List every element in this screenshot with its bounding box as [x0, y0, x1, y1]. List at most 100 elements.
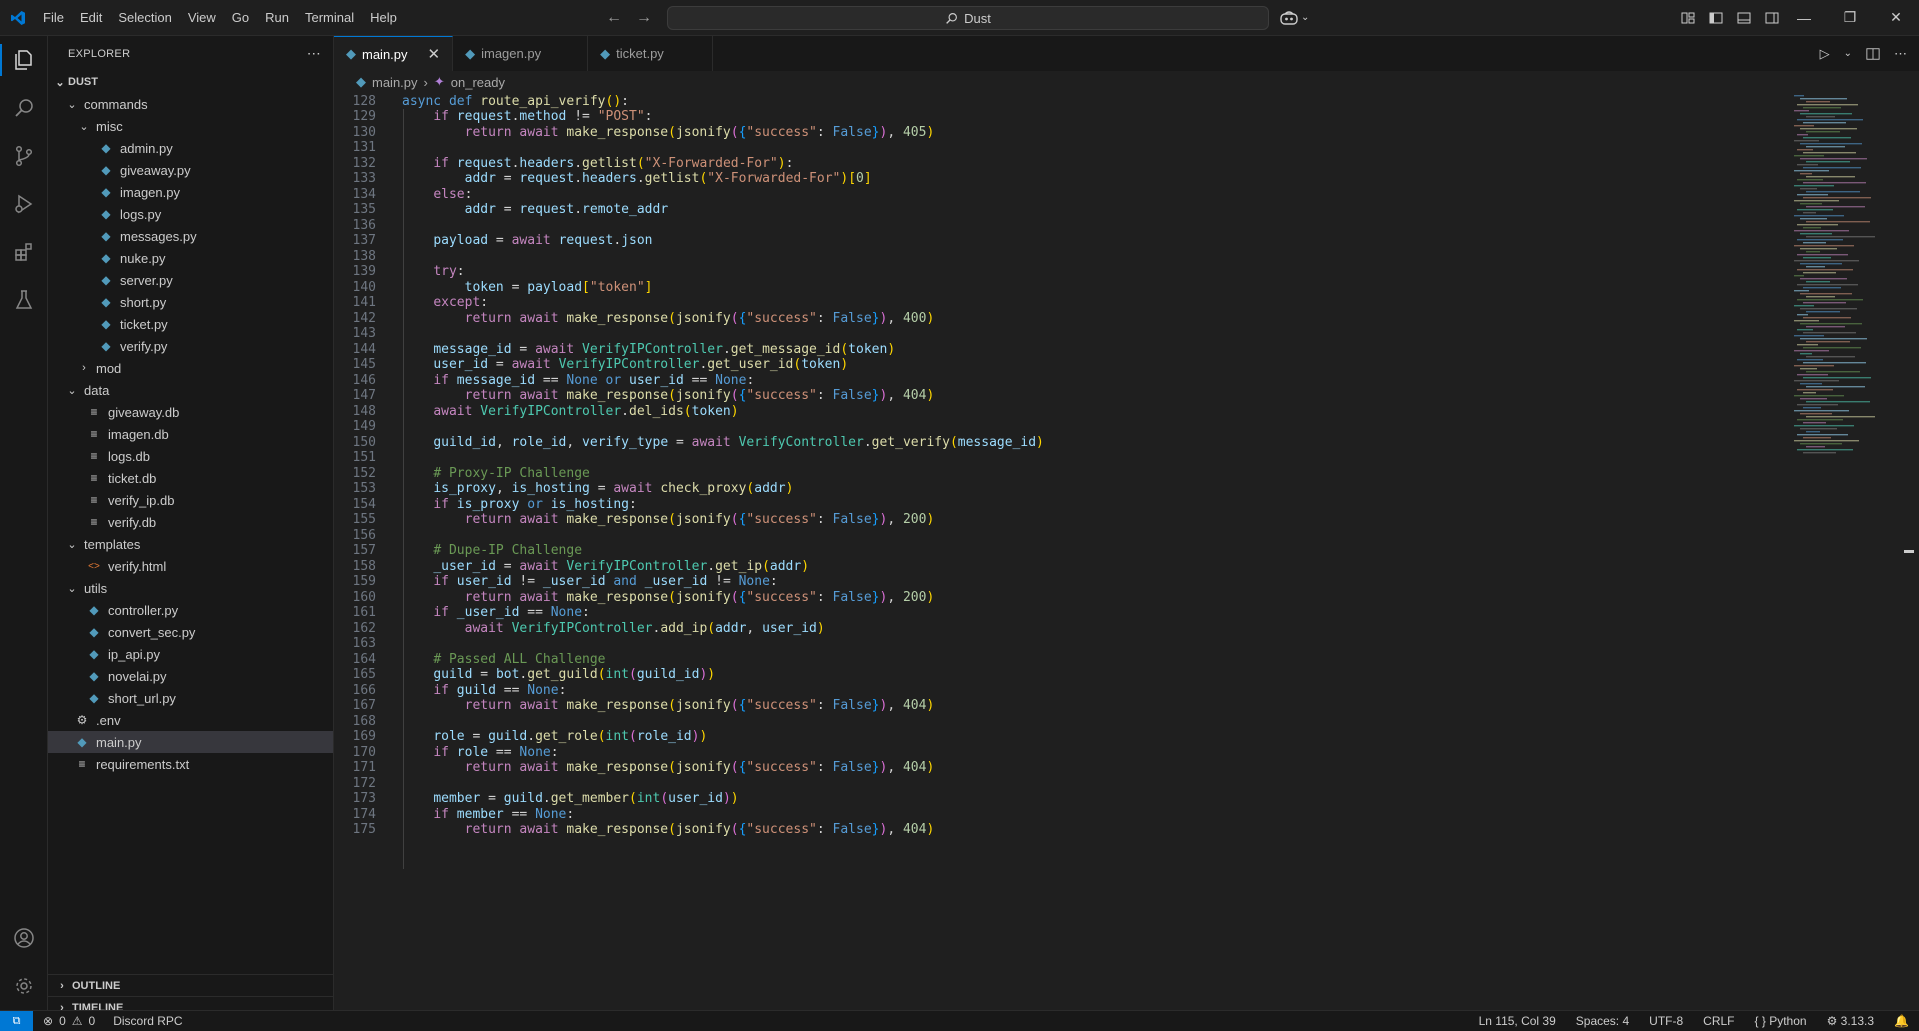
- menu-edit[interactable]: Edit: [72, 0, 110, 35]
- tab-main-py[interactable]: ◆ main.py ✕: [334, 36, 454, 71]
- file-tree-item[interactable]: ◆ imagen.py: [48, 181, 333, 203]
- outline-section[interactable]: › OUTLINE: [48, 974, 333, 997]
- back-arrow-icon[interactable]: ←: [606, 9, 622, 27]
- menu-run[interactable]: Run: [257, 0, 297, 35]
- tab-ticket-py[interactable]: ◆ ticket.py: [588, 36, 714, 71]
- menu-selection[interactable]: Selection: [110, 0, 179, 35]
- minimap-line: [1803, 317, 1851, 319]
- menu-terminal[interactable]: Terminal: [297, 0, 362, 35]
- file-tree-item[interactable]: ◆ controller.py: [48, 599, 333, 621]
- breadcrumb-symbol[interactable]: on_ready: [451, 75, 505, 90]
- run-icon[interactable]: ▷: [1820, 46, 1830, 62]
- minimize-button[interactable]: —: [1781, 0, 1827, 35]
- menu-go[interactable]: Go: [224, 0, 257, 35]
- activity-accounts[interactable]: [0, 914, 47, 962]
- file-tree-item[interactable]: ≡ giveaway.db: [48, 401, 333, 423]
- file-tree-item[interactable]: ◆ server.py: [48, 269, 333, 291]
- folder-tree-item[interactable]: ⌄ utils: [48, 577, 333, 599]
- error-count[interactable]: 0: [59, 1014, 66, 1028]
- file-tree-item[interactable]: ≡ imagen.db: [48, 423, 333, 445]
- activity-manage[interactable]: [0, 962, 47, 1010]
- code-line: 144 message_id = await VerifyIPControlle…: [334, 342, 1804, 358]
- minimap-line: [1806, 251, 1820, 253]
- file-tree-item[interactable]: ◆ admin.py: [48, 137, 333, 159]
- close-window-button[interactable]: ✕: [1873, 0, 1919, 35]
- activity-source-control[interactable]: [0, 132, 47, 180]
- forward-arrow-icon[interactable]: →: [636, 9, 652, 27]
- code-line: 167 return await make_response(jsonify({…: [334, 698, 1804, 714]
- warning-icon[interactable]: ⚠: [72, 1014, 83, 1028]
- file-tree-item[interactable]: ◆ ticket.py: [48, 313, 333, 335]
- customize-layout-icon[interactable]: [1680, 10, 1696, 26]
- cursor-position[interactable]: Ln 115, Col 39: [1479, 1014, 1556, 1028]
- file-tree-item[interactable]: ≡ logs.db: [48, 445, 333, 467]
- warning-count[interactable]: 0: [89, 1014, 96, 1028]
- file-tree-item[interactable]: ◆ messages.py: [48, 225, 333, 247]
- file-tree-item[interactable]: ◆ logs.py: [48, 203, 333, 225]
- command-center-search[interactable]: Dust: [667, 6, 1269, 30]
- toggle-panel-icon[interactable]: [1736, 10, 1752, 26]
- file-tree-item[interactable]: ◆ main.py: [48, 731, 333, 753]
- activity-extensions[interactable]: [0, 228, 47, 276]
- more-actions-icon[interactable]: ⋯: [1894, 46, 1907, 62]
- file-tree-item[interactable]: ◆ giveaway.py: [48, 159, 333, 181]
- vscode-logo-icon: [0, 0, 35, 35]
- file-tree-item[interactable]: ≡ ticket.db: [48, 467, 333, 489]
- file-tree-item[interactable]: ≡ requirements.txt: [48, 753, 333, 775]
- file-tree-item[interactable]: ◆ verify.py: [48, 335, 333, 357]
- split-editor-icon[interactable]: [1866, 47, 1880, 61]
- file-tree-item[interactable]: ≡ verify_ip.db: [48, 489, 333, 511]
- file-tree-item[interactable]: ⚙ .env: [48, 709, 333, 731]
- chevron-down-icon[interactable]: ⌄: [1844, 48, 1852, 59]
- tab-imagen-py[interactable]: ◆ imagen.py: [453, 36, 589, 71]
- line-content: else:: [433, 186, 473, 202]
- file-tree-item[interactable]: ◆ novelai.py: [48, 665, 333, 687]
- file-tree-item[interactable]: ◆ short.py: [48, 291, 333, 313]
- toggle-primary-sidebar-icon[interactable]: [1708, 10, 1724, 26]
- encoding[interactable]: UTF-8: [1649, 1014, 1683, 1028]
- file-tree-item[interactable]: <> verify.html: [48, 555, 333, 577]
- minimap-line: [1800, 158, 1867, 160]
- file-tree-item[interactable]: ◆ nuke.py: [48, 247, 333, 269]
- scrollbar-marker[interactable]: [1904, 550, 1914, 553]
- python-interpreter[interactable]: ⚙ 3.13.3: [1827, 1014, 1874, 1028]
- folder-tree-item[interactable]: ⌄ data: [48, 379, 333, 401]
- line-content: if request.method != "POST":: [433, 109, 653, 124]
- error-icon[interactable]: ⊗: [43, 1014, 53, 1028]
- folder-tree-item[interactable]: ⌄ templates: [48, 533, 333, 555]
- minimap-line: [1797, 314, 1808, 316]
- file-tree-item[interactable]: ≡ verify.db: [48, 511, 333, 533]
- close-icon[interactable]: ✕: [428, 45, 441, 63]
- more-actions-icon[interactable]: ⋯: [307, 45, 321, 62]
- indentation[interactable]: Spaces: 4: [1576, 1014, 1629, 1028]
- folder-tree-item[interactable]: › mod: [48, 357, 333, 379]
- minimap-line: [1794, 410, 1849, 412]
- folder-tree-item[interactable]: ⌄ commands: [48, 93, 333, 115]
- file-tree-item[interactable]: ◆ ip_api.py: [48, 643, 333, 665]
- minimap-line: [1806, 146, 1845, 148]
- notifications-bell-icon[interactable]: 🔔: [1894, 1014, 1909, 1028]
- menu-view[interactable]: View: [180, 0, 224, 35]
- activity-search[interactable]: [0, 84, 47, 132]
- language-mode[interactable]: { } Python: [1755, 1014, 1807, 1028]
- file-tree-item[interactable]: ◆ short_url.py: [48, 687, 333, 709]
- copilot-button[interactable]: ⌄: [1280, 0, 1309, 35]
- minimap[interactable]: [1790, 93, 1900, 463]
- breadcrumb-file[interactable]: main.py: [372, 75, 418, 90]
- explorer-root-folder[interactable]: ⌄ DUST: [48, 71, 333, 93]
- minimap-line: [1800, 398, 1827, 400]
- toggle-secondary-sidebar-icon[interactable]: [1764, 10, 1780, 26]
- restore-button[interactable]: ❐: [1827, 0, 1873, 35]
- folder-tree-item[interactable]: ⌄ misc: [48, 115, 333, 137]
- menu-help[interactable]: Help: [362, 0, 405, 35]
- minimap-line: [1803, 197, 1871, 199]
- remote-indicator[interactable]: ⧉: [0, 1011, 33, 1031]
- menu-file[interactable]: File: [35, 0, 72, 35]
- file-tree-item[interactable]: ◆ convert_sec.py: [48, 621, 333, 643]
- discord-rpc-status[interactable]: Discord RPC: [113, 1014, 182, 1028]
- code-editor[interactable]: 127@app.route("/api/verify", methods=["P…: [334, 93, 1814, 1010]
- activity-testing[interactable]: [0, 276, 47, 324]
- activity-run-debug[interactable]: [0, 180, 47, 228]
- end-of-line[interactable]: CRLF: [1703, 1014, 1734, 1028]
- activity-explorer[interactable]: [0, 36, 47, 84]
